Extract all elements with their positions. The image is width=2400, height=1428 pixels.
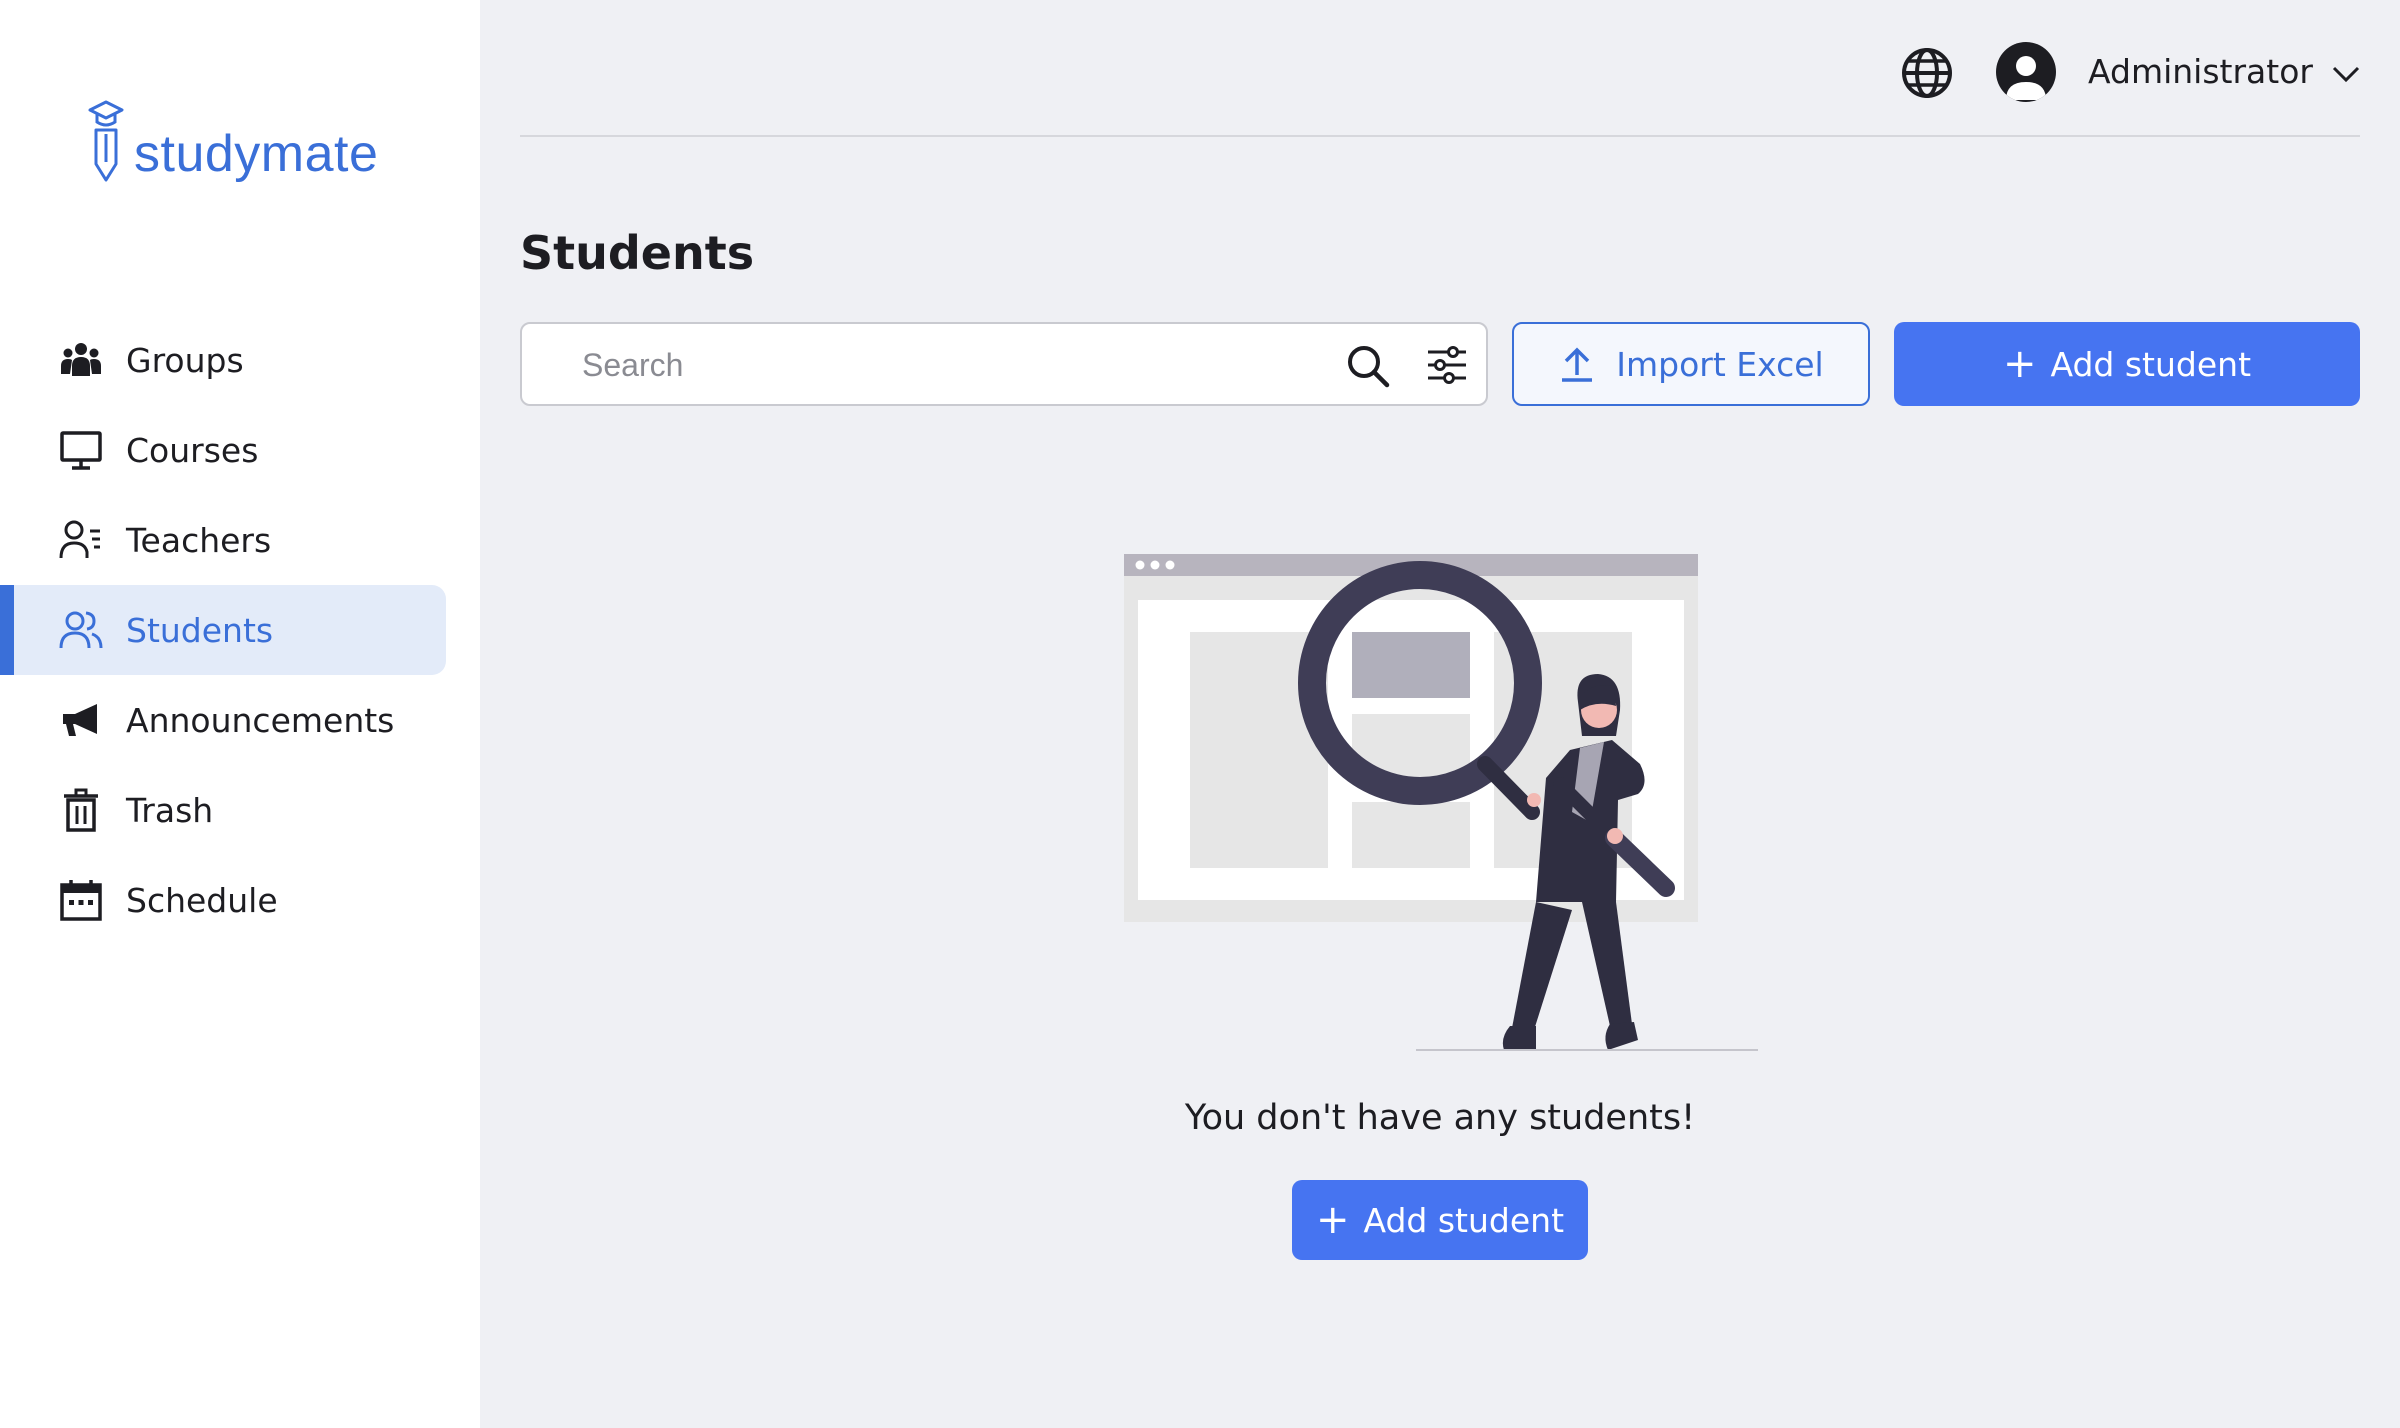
pencil-cap-logo-icon	[88, 100, 124, 182]
monitor-icon	[58, 427, 104, 473]
globe-icon[interactable]	[1900, 46, 1954, 100]
megaphone-icon	[58, 697, 104, 743]
avatar[interactable]	[1996, 42, 2056, 102]
chevron-down-icon[interactable]	[2330, 58, 2362, 90]
sidebar-item-trash[interactable]: Trash	[0, 765, 480, 855]
sidebar-item-schedule[interactable]: Schedule	[0, 855, 480, 945]
page-title: Students	[520, 226, 755, 280]
sidebar-item-label: Teachers	[126, 520, 272, 560]
sidebar-item-courses[interactable]: Courses	[0, 405, 480, 495]
search-box	[520, 322, 1488, 406]
import-excel-button[interactable]: Import Excel	[1512, 322, 1870, 406]
trash-icon	[58, 787, 104, 833]
user-avatar-icon	[2006, 56, 2046, 100]
sidebar-item-label: Students	[126, 610, 274, 650]
add-student-label: Add student	[1363, 1200, 1565, 1240]
plus-icon: +	[1315, 1197, 1350, 1243]
sidebar: studymate Groups Courses Teachers Studen…	[0, 0, 480, 1428]
add-student-label: Add student	[2050, 344, 2252, 384]
sidebar-item-announcements[interactable]: Announcements	[0, 675, 480, 765]
teacher-icon	[58, 517, 104, 563]
filter-sliders-icon[interactable]	[1424, 342, 1470, 388]
empty-state-message: You don't have any students!	[1184, 1098, 1696, 1138]
search-icon[interactable]	[1344, 342, 1392, 390]
sidebar-item-groups[interactable]: Groups	[0, 315, 480, 405]
calendar-icon	[58, 877, 104, 923]
sidebar-item-label: Announcements	[126, 700, 395, 740]
studymate-logo[interactable]: studymate	[86, 100, 378, 184]
upload-icon	[1562, 347, 1593, 382]
sidebar-item-label: Courses	[126, 430, 259, 470]
search-input[interactable]	[582, 342, 1222, 388]
empty-search-illustration	[1124, 554, 1758, 1051]
students-icon	[58, 607, 104, 653]
user-name[interactable]: Administrator	[2088, 52, 2313, 91]
sidebar-item-teachers[interactable]: Teachers	[0, 495, 480, 585]
top-bar: Administrator	[520, 0, 2360, 137]
import-excel-label: Import Excel	[1616, 344, 1824, 384]
sidebar-item-students[interactable]: Students	[0, 585, 446, 675]
sidebar-nav: Groups Courses Teachers Students Announc…	[0, 315, 480, 945]
sidebar-item-label: Schedule	[126, 880, 278, 920]
logo-text: studymate	[134, 125, 379, 183]
groups-icon	[58, 337, 104, 383]
sidebar-item-label: Groups	[126, 340, 244, 380]
add-student-button[interactable]: + Add student	[1894, 322, 2360, 406]
sidebar-item-label: Trash	[126, 790, 214, 830]
empty-add-student-button[interactable]: + Add student	[1292, 1180, 1588, 1260]
plus-icon: +	[2002, 341, 2037, 387]
